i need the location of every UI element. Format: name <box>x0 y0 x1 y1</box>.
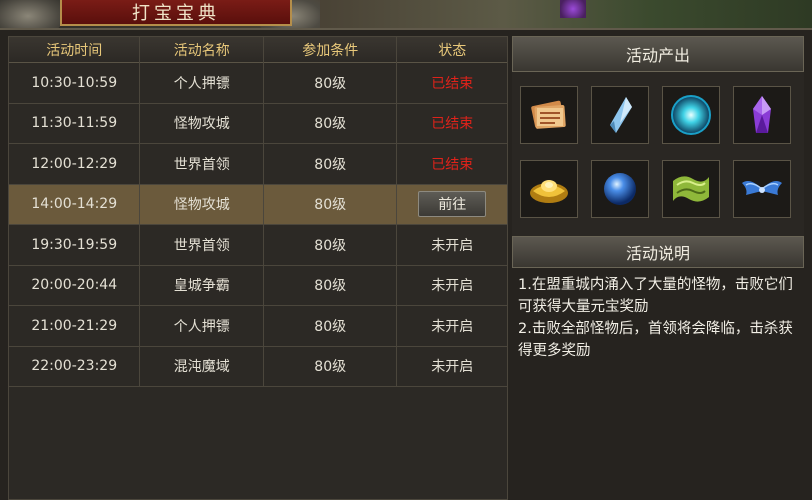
table-row: 22:00-23:29 混沌魔域 80级 未开启 <box>9 346 507 387</box>
cell-activity-name: 怪物攻城 <box>140 184 264 224</box>
go-button[interactable]: 前往 <box>418 191 487 218</box>
table-row: 20:00-20:44 皇城争霸 80级 未开启 <box>9 265 507 306</box>
header-condition: 参加条件 <box>264 37 398 63</box>
cell-time: 21:00-21:29 <box>9 306 141 346</box>
reward-slot-gem[interactable] <box>733 86 791 144</box>
table-row: 10:30-10:59 个人押镖 80级 已结束 <box>9 63 507 104</box>
description-text: 1.在盟重城内涌入了大量的怪物，击败它们可获得大量元宝奖励 2.击败全部怪物后，… <box>512 268 804 368</box>
cell-time: 10:30-10:59 <box>9 63 141 103</box>
status-ended: 已结束 <box>431 75 474 92</box>
description-header: 活动说明 <box>512 236 804 268</box>
window-title: 打宝宝典 <box>132 3 220 24</box>
cell-status: 未开启 <box>397 266 507 306</box>
reward-slot-scroll[interactable] <box>520 86 578 144</box>
cell-time: 20:00-20:44 <box>9 265 141 305</box>
cell-activity-name: 世界首领 <box>140 144 264 184</box>
rewards-grid <box>512 72 804 236</box>
header-time: 活动时间 <box>9 37 141 63</box>
cell-condition: 80级 <box>264 306 398 346</box>
reward-slot-ingot[interactable] <box>520 160 578 218</box>
scroll-icon <box>531 100 566 129</box>
table-header: 活动时间 活动名称 参加条件 状态 <box>9 37 507 63</box>
cell-status: 未开启 <box>397 306 507 346</box>
reward-slot-map[interactable] <box>662 160 720 218</box>
table-row: 14:00-14:29 怪物攻城 80级 前往 <box>9 184 507 225</box>
cell-activity-name: 个人押镖 <box>140 63 264 103</box>
info-panel: 活动产出 活动说明 1.在盟重城内涌入了大量的怪物，击败它们可获得大量元宝奖励 … <box>512 36 804 500</box>
cell-condition: 80级 <box>264 184 398 224</box>
cell-time: 11:30-11:59 <box>9 103 141 143</box>
status-ended: 已结束 <box>431 116 474 133</box>
status-not-started: 未开启 <box>431 359 474 376</box>
cell-activity-name: 个人押镖 <box>140 306 264 346</box>
reward-slot-wings[interactable] <box>733 160 791 218</box>
cell-activity-name: 世界首领 <box>140 225 264 265</box>
map-icon <box>673 176 709 202</box>
header-status: 状态 <box>438 43 467 59</box>
title-plate: 打宝宝典 <box>60 0 292 26</box>
cell-condition: 80级 <box>264 346 398 386</box>
cell-activity-name: 怪物攻城 <box>140 103 264 143</box>
cell-status: 已结束 <box>397 104 507 144</box>
status-not-started: 未开启 <box>431 237 474 254</box>
wings-icon <box>742 181 782 195</box>
status-not-started: 未开启 <box>431 278 474 295</box>
cell-status: 前往 <box>397 185 507 225</box>
description-line-2: 2.击败全部怪物后，首领将会降临，击杀获得更多奖励 <box>518 321 793 359</box>
header-name: 活动名称 <box>140 37 264 63</box>
status-not-started: 未开启 <box>431 318 474 335</box>
status-ended: 已结束 <box>431 156 474 173</box>
cell-time: 19:30-19:59 <box>9 225 141 265</box>
description-line-1: 1.在盟重城内涌入了大量的怪物，击败它们可获得大量元宝奖励 <box>518 277 793 315</box>
cell-condition: 80级 <box>264 225 398 265</box>
activity-table: 活动时间 活动名称 参加条件 状态 10:30-10:59 个人押镖 80级 已结束 1… <box>8 36 508 500</box>
cell-activity-name: 皇城争霸 <box>140 265 264 305</box>
cell-time: 14:00-14:29 <box>9 184 141 224</box>
cell-time: 12:00-12:29 <box>9 144 141 184</box>
table-body: 10:30-10:59 个人押镖 80级 已结束 11:30-11:59 怪物攻城 80级已… <box>9 63 507 387</box>
cell-status: 未开启 <box>397 347 507 387</box>
cell-activity-name: 混沌魔域 <box>140 346 264 386</box>
table-row: 21:00-21:29 个人押镖 80级 未开启 <box>9 306 507 347</box>
cell-condition: 80级 <box>264 265 398 305</box>
cell-condition: 80级 <box>264 103 398 143</box>
ingot-icon <box>530 180 568 203</box>
reward-slot-orb[interactable] <box>662 86 720 144</box>
gem-icon <box>753 96 771 133</box>
table-row: 19:30-19:59 世界首领 80级 未开启 <box>9 225 507 266</box>
rewards-header: 活动产出 <box>512 36 804 72</box>
orb-icon <box>671 95 711 135</box>
cell-status: 未开启 <box>397 225 507 265</box>
portal-decoration <box>560 0 586 18</box>
table-row: 12:00-12:29 世界首领 80级 已结束 <box>9 144 507 185</box>
crystal-icon <box>610 97 632 133</box>
cell-condition: 80级 <box>264 63 398 103</box>
table-row: 11:30-11:59 怪物攻城 80级 已结束 <box>9 103 507 144</box>
cell-status: 已结束 <box>397 144 507 184</box>
cell-status: 已结束 <box>397 63 507 103</box>
sphere-icon <box>604 173 636 205</box>
reward-slot-sphere[interactable] <box>591 160 649 218</box>
cell-condition: 80级 <box>264 144 398 184</box>
reward-slot-crystal[interactable] <box>591 86 649 144</box>
cell-time: 22:00-23:29 <box>9 346 141 386</box>
